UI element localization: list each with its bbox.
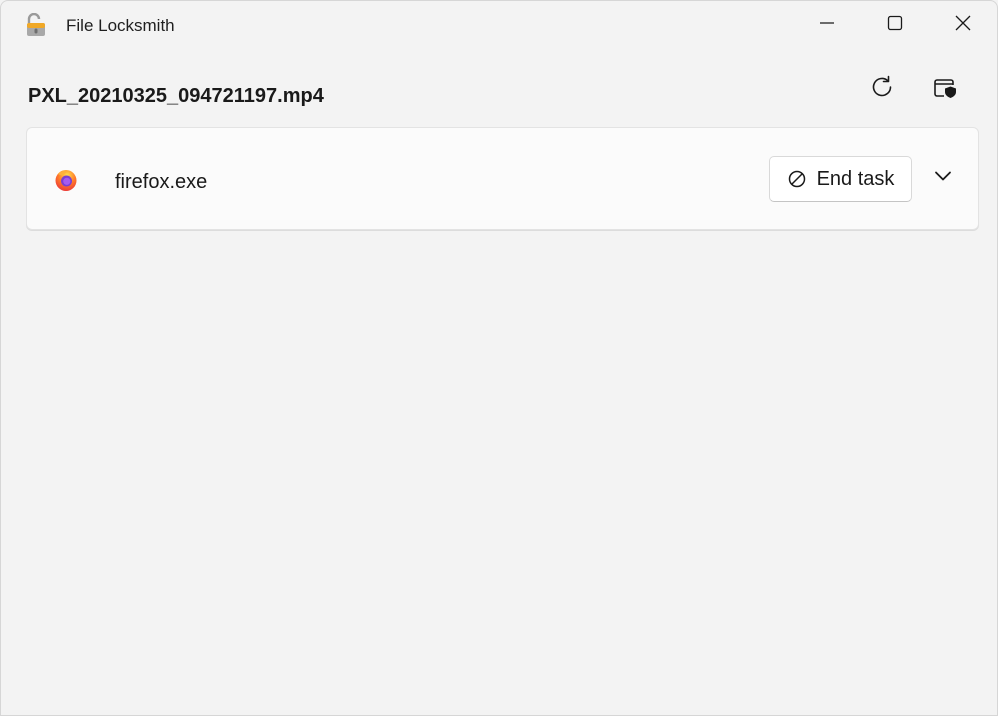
file-locksmith-window: File Locksmith PXL_20210325_094721197.mp…	[0, 0, 998, 716]
restart-as-admin-icon	[932, 74, 958, 105]
restart-as-admin-button[interactable]	[925, 69, 965, 109]
process-name: firefox.exe	[115, 171, 208, 193]
chevron-down-icon	[934, 167, 952, 190]
locked-file-name: PXL_20210325_094721197.mp4	[28, 85, 324, 107]
close-button[interactable]	[929, 1, 997, 49]
end-task-label: End task	[816, 167, 895, 190]
reload-button[interactable]	[862, 69, 902, 109]
reload-icon	[869, 74, 895, 105]
title-bar[interactable]: File Locksmith	[1, 1, 997, 49]
maximize-button[interactable]	[861, 1, 929, 49]
end-task-button[interactable]: End task	[769, 156, 912, 202]
window-title: File Locksmith	[66, 16, 175, 35]
expand-process-button[interactable]	[925, 160, 961, 196]
unlocked-padlock-icon	[25, 12, 47, 37]
minimize-icon	[819, 15, 835, 36]
block-icon	[787, 169, 807, 189]
process-list-item[interactable]: firefox.exe End task	[26, 127, 979, 230]
minimize-button[interactable]	[793, 1, 861, 49]
close-icon	[955, 15, 971, 36]
firefox-icon	[54, 168, 78, 192]
maximize-icon	[887, 15, 903, 36]
